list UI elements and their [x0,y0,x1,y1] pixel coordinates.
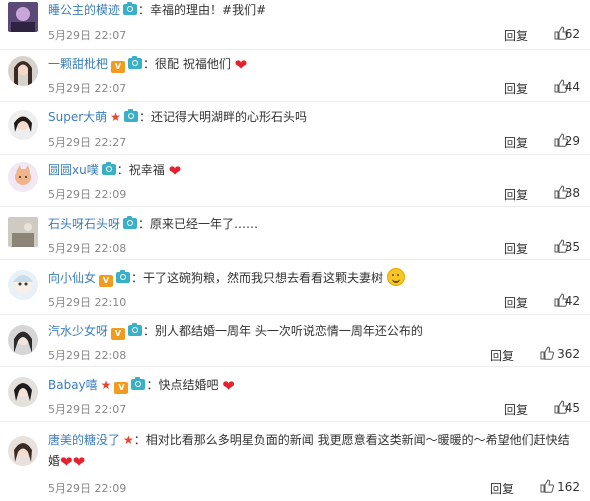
reply-button[interactable]: 回复 [504,240,528,257]
vip-badge-icon: V [111,328,126,340]
camera-icon [128,56,143,69]
timestamp: 5月29日 22:07 [48,403,127,416]
comment-text: ：别人都结婚一周年 头一次听说恋情一周年还公布的 [143,324,423,338]
reply-button[interactable]: 回复 [490,347,514,364]
comment-item: Super大萌 ★ ：还记得大明湖畔的心形石头吗 5月29日 22:27 回复 29 [0,102,590,155]
comment-text: ：很配 祝福他们 [143,57,231,71]
vip-badge-icon: V [111,61,126,73]
heart-icon: ❤ [234,56,248,74]
timestamp: 5月29日 22:10 [48,296,127,309]
timestamp: 5月29日 22:09 [48,188,127,201]
reply-button[interactable]: 回复 [504,27,528,44]
comment-item: 汽水少女呀 V ：别人都结婚一周年 头一次听说恋情一周年还公布的 5月29日 22:… [0,315,590,367]
comment-item: 睡公主的模迹 ：幸福的理由！#我们# 5月29日 22:07 回复 62 [0,0,590,50]
username-link[interactable]: 石头呀石头呀 [48,217,120,231]
comment-text: ：快点结婚吧 [146,378,219,392]
comment-text-line: Super大萌 ★ ：还记得大明湖畔的心形石头吗 [48,108,580,127]
vip-badge-icon: V [114,382,129,394]
avatar[interactable] [8,325,38,355]
username-link[interactable]: Babay嘻 [48,378,98,392]
timestamp: 5月29日 22:08 [48,242,127,255]
comment-text-line: 石头呀石头呀 ：原来已经一年了…… [48,215,580,234]
like-button[interactable] [540,479,554,494]
comment-text-line: 一颗甜枇杷 V ：很配 祝福他们 ❤ [48,55,580,75]
comment-text-line: 汽水少女呀 V ：别人都结婚一周年 头一次听说恋情一周年还公布的 [48,322,580,341]
like-count: 62 [564,27,580,41]
like-button[interactable] [540,346,554,361]
timestamp: 5月29日 22:09 [48,482,127,495]
camera-icon [128,323,143,336]
username-link[interactable]: 圆圆xu噗 [48,163,99,177]
heart-icon: ❤ [72,453,86,471]
like-count: 362 [557,347,580,361]
avatar[interactable] [8,56,38,86]
username-link[interactable]: 向小仙女 [48,271,96,285]
username-link[interactable]: 汽水少女呀 [48,324,108,338]
reply-button[interactable]: 回复 [504,134,528,151]
avatar[interactable] [8,270,38,300]
comment-text-line: Babay嘻 ★ V ：快点结婚吧 ❤ [48,376,580,396]
thumbs-up-icon [540,346,554,360]
star-icon: ★ [110,110,121,124]
camera-icon [131,377,146,390]
timestamp: 5月29日 22:08 [48,349,127,362]
like-count: 35 [564,240,580,254]
username-link[interactable]: 唐美的糖没了 [48,433,120,447]
avatar[interactable] [8,110,38,140]
camera-icon [123,2,138,15]
comment-text: ：幸福的理由！#我们# [138,3,267,17]
timestamp: 5月29日 22:07 [48,82,127,95]
heart-icon: ❤ [60,453,73,471]
reply-button[interactable]: 回复 [504,401,528,418]
vip-badge-icon: V [99,275,114,287]
timestamp: 5月29日 22:27 [48,136,127,149]
comment-text-line: 圆圆xu噗 ：祝幸福 ❤ [48,161,580,181]
comment-text-line: 睡公主的模迹 ：幸福的理由！#我们# [48,1,580,20]
camera-icon [101,162,116,175]
avatar[interactable] [8,162,38,192]
star-icon: ★ [100,378,112,392]
heart-icon: ❤ [168,162,182,180]
username-link[interactable]: 一颗甜枇杷 [48,57,108,71]
like-count: 38 [564,186,580,200]
like-count: 29 [564,134,580,148]
reply-button[interactable]: 回复 [504,80,528,97]
reply-button[interactable]: 回复 [504,294,528,311]
comment-item: 圆圆xu噗 ：祝幸福 ❤ 5月29日 22:09 回复 38 [0,155,590,207]
comment-item: 一颗甜枇杷 V ：很配 祝福他们 ❤ 5月29日 22:07 回复 44 [0,50,590,102]
avatar[interactable] [8,2,38,32]
heart-icon: ❤ [222,377,235,395]
comment-text: ：原来已经一年了…… [138,217,259,231]
comment-text: ：祝幸福 [116,163,165,177]
comment-item: 唐美的糖没了 ★：相对比看那么多明星负面的新闻 我更愿意看这类新闻～暖暖的～希望他… [0,422,590,501]
star-icon: ★ [123,433,134,447]
comment-item: 向小仙女 V ：干了这碗狗粮，然而我只想去看看这颗夫妻树 5月29日 22:10 回… [0,260,590,315]
username-link[interactable]: Super大萌 [48,110,107,124]
like-count: 45 [564,401,580,415]
reply-button[interactable]: 回复 [490,480,514,497]
username-link[interactable]: 睡公主的模迹 [48,3,120,17]
like-count: 42 [564,294,580,308]
avatar[interactable] [8,436,38,466]
smile-emoji-icon [386,268,405,286]
comment-item: 石头呀石头呀 ：原来已经一年了…… 5月29日 22:08 回复 35 [0,207,590,260]
comment-text-line: 向小仙女 V ：干了这碗狗粮，然而我只想去看看这颗夫妻树 [48,268,580,288]
comment-text: ：干了这碗狗粮，然而我只想去看看这颗夫妻树 [131,271,384,285]
camera-icon [116,270,131,283]
camera-icon [123,109,138,122]
camera-icon [123,216,138,229]
avatar[interactable] [8,377,38,407]
avatar[interactable] [8,217,38,247]
comment-list: 睡公主的模迹 ：幸福的理由！#我们# 5月29日 22:07 回复 62 一颗甜枇… [0,0,590,501]
timestamp: 5月29日 22:07 [48,29,127,42]
comment-text-line: 唐美的糖没了 ★：相对比看那么多明星负面的新闻 我更愿意看这类新闻～暖暖的～希望他… [48,430,578,473]
comment-text: ：还记得大明湖畔的心形石头吗 [138,110,307,124]
comment-item: Babay嘻 ★ V ：快点结婚吧 ❤ 5月29日 22:07 回复 45 [0,367,590,422]
like-count: 162 [557,480,580,494]
like-count: 44 [564,80,580,94]
reply-button[interactable]: 回复 [504,186,528,203]
thumbs-up-icon [540,479,554,493]
